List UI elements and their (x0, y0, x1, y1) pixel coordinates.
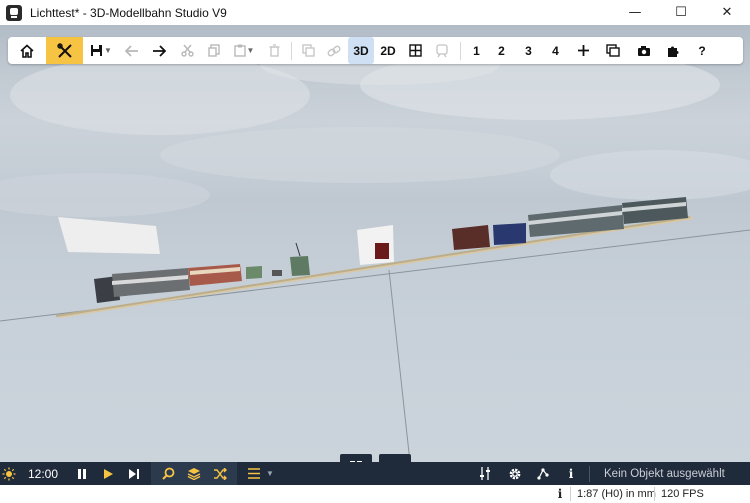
cut-icon[interactable] (173, 37, 201, 64)
home-icon[interactable] (8, 37, 46, 64)
save-icon (91, 45, 103, 56)
trash-icon[interactable] (261, 37, 287, 64)
tools-icon[interactable] (46, 37, 83, 64)
scale-label: 1:87 (H0) in mm (577, 488, 656, 500)
layer-2-button[interactable]: 2 (488, 37, 515, 64)
layer-1-button[interactable]: 1 (465, 37, 488, 64)
selection-status: Kein Objekt ausgewählt (604, 467, 725, 480)
status-bar: i 1:87 (H0) in mm 120 FPS (0, 485, 750, 503)
info-button[interactable]: i (557, 462, 585, 485)
copy-icon[interactable] (201, 37, 227, 64)
plus-icon[interactable] (569, 37, 597, 64)
minimize-button[interactable]: — (612, 0, 658, 25)
sun-icon[interactable] (0, 462, 17, 485)
status-divider (570, 487, 571, 501)
view-3d-button[interactable]: 3D (348, 37, 374, 64)
grid-icon[interactable] (402, 37, 428, 64)
title-bar: Lichttest* - 3D-Modellbahn Studio V9 — ☐… (0, 0, 750, 25)
maximize-button[interactable]: ☐ (658, 0, 704, 25)
puzzle-icon[interactable] (659, 37, 687, 64)
bottom-toolbar: 12:00 ▼ i Kein Objekt ausgewählt (0, 462, 750, 485)
search-icon[interactable] (155, 462, 181, 485)
arrow-right-icon[interactable] (145, 37, 173, 64)
window-icon[interactable] (597, 37, 629, 64)
list-icon (248, 468, 261, 479)
main-toolbar: ▼ ▼ 3D 2D 1 2 3 4 ? (8, 37, 743, 64)
train-app-icon (6, 4, 22, 21)
view-2d-button[interactable]: 2D (374, 37, 402, 64)
arrow-left-icon[interactable] (119, 37, 145, 64)
scene-graphics (0, 45, 750, 462)
camera-icon[interactable] (629, 37, 659, 64)
info-icon: i (557, 487, 563, 501)
app-window: Lichttest* - 3D-Modellbahn Studio V9 — ☐… (0, 0, 750, 503)
toolbar-divider (460, 41, 461, 60)
shuffle-icon[interactable] (207, 462, 233, 485)
close-button[interactable]: ✕ (704, 0, 750, 25)
chevron-down-icon: ▼ (266, 469, 274, 478)
save-button[interactable]: ▼ (83, 37, 119, 64)
toolbar-divider (291, 41, 292, 60)
paste-button[interactable]: ▼ (227, 37, 261, 64)
paste-icon (233, 44, 246, 57)
tool-group (151, 462, 237, 485)
fps-label: 120 FPS (661, 488, 704, 500)
time-display[interactable]: 12:00 (17, 462, 69, 485)
bottom-divider (589, 465, 590, 482)
window-title: Lichttest* - 3D-Modellbahn Studio V9 (30, 5, 227, 20)
chevron-down-icon: ▼ (104, 46, 112, 55)
help-button[interactable]: ? (687, 37, 717, 64)
link-icon[interactable] (320, 37, 348, 64)
play-icon[interactable] (95, 462, 121, 485)
layer-4-button[interactable]: 4 (542, 37, 569, 64)
pause-icon[interactable] (69, 462, 95, 485)
window-controls: — ☐ ✕ (612, 0, 750, 25)
list-button[interactable]: ▼ (241, 462, 281, 485)
gear-icon[interactable] (501, 462, 529, 485)
chevron-down-icon: ▼ (246, 46, 255, 55)
layers-icon[interactable] (181, 462, 207, 485)
graph-icon[interactable] (529, 462, 557, 485)
tram (272, 242, 310, 276)
train-icon[interactable] (428, 37, 456, 64)
duplicate-icon[interactable] (296, 37, 320, 64)
layer-3-button[interactable]: 3 (515, 37, 542, 64)
3d-viewport[interactable] (0, 25, 750, 462)
status-divider (654, 487, 655, 501)
step-forward-icon[interactable] (121, 462, 147, 485)
sliders-icon[interactable] (473, 462, 497, 485)
